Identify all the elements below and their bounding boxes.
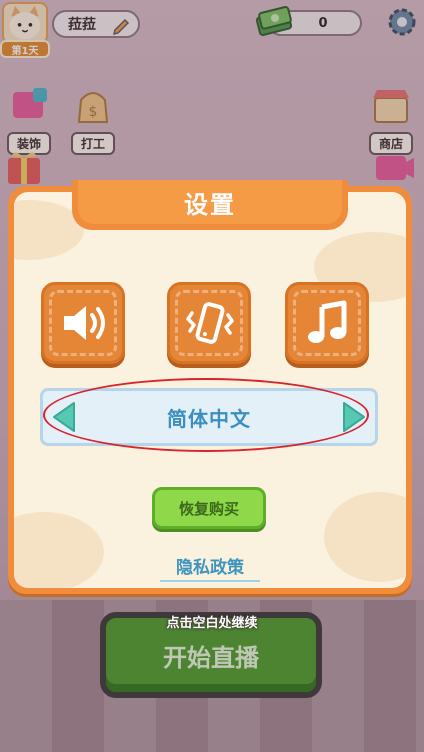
- music-toggle[interactable]: [285, 282, 369, 364]
- language-selector[interactable]: 简体中文: [40, 388, 378, 446]
- decor-blob: [324, 492, 406, 582]
- restore-purchase-label: 恢复购买: [178, 499, 239, 518]
- language-next-arrow-icon[interactable]: [338, 400, 368, 434]
- sound-icon: [64, 306, 105, 340]
- dialog-title-tab: 设置: [72, 180, 348, 230]
- language-value: 简体中文: [167, 406, 251, 431]
- language-prev-arrow-icon[interactable]: [50, 400, 80, 434]
- decor-blob: [14, 512, 104, 588]
- dialog-title-bar: 设置: [78, 180, 342, 224]
- vibration-icon: [186, 302, 234, 344]
- restore-purchase-button[interactable]: 恢复购买: [152, 487, 266, 529]
- tap-to-continue-hint: 点击空白处继续: [166, 616, 258, 631]
- vibration-toggle[interactable]: [167, 282, 251, 364]
- dialog-title: 设置: [184, 190, 236, 219]
- music-icon: [308, 300, 347, 343]
- privacy-policy-link[interactable]: 隐私政策: [160, 553, 260, 582]
- sound-toggle[interactable]: [41, 282, 125, 364]
